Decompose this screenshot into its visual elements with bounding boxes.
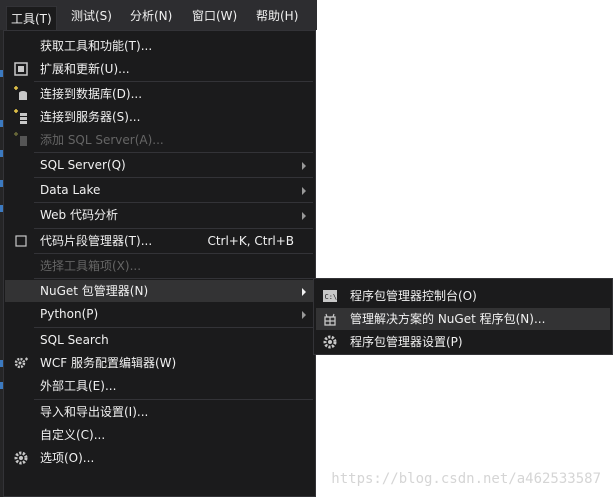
menu-item-data-lake[interactable]: Data Lake bbox=[5, 179, 314, 201]
menu-item-label: 选项(O)... bbox=[40, 451, 95, 465]
separator bbox=[34, 152, 313, 153]
menu-item-label: Data Lake bbox=[40, 183, 101, 197]
menu-item-sql-server[interactable]: SQL Server(Q) bbox=[5, 154, 314, 176]
menu-item-label: Python(P) bbox=[40, 307, 99, 321]
menu-tools[interactable]: 工具(T) bbox=[6, 6, 57, 31]
submenu-item-manage-nuget-packages[interactable]: 管理解决方案的 NuGet 程序包(N)... bbox=[316, 308, 610, 330]
gear-icon bbox=[13, 450, 29, 466]
checkbox-icon bbox=[13, 233, 29, 249]
submenu-item-label: 程序包管理器设置(P) bbox=[350, 335, 463, 349]
svg-text:C:\: C:\ bbox=[325, 293, 338, 301]
submenu-item-label: 程序包管理器控制台(O) bbox=[350, 289, 477, 303]
menu-item-label: 选择工具箱项(X)... bbox=[40, 259, 142, 273]
submenu-arrow-icon bbox=[302, 311, 306, 319]
separator bbox=[34, 177, 313, 178]
separator bbox=[34, 278, 313, 279]
menu-item-add-sql-server: 添加 SQL Server(A)... bbox=[5, 129, 314, 151]
extensions-icon bbox=[13, 61, 29, 77]
connect-server-icon bbox=[13, 109, 29, 125]
menu-analyze[interactable]: 分析(N) bbox=[126, 7, 176, 25]
submenu-arrow-icon bbox=[302, 288, 306, 296]
menu-window[interactable]: 窗口(W) bbox=[188, 7, 241, 25]
connect-database-icon bbox=[13, 86, 29, 102]
menu-item-wcf-editor[interactable]: WCF 服务配置编辑器(W) bbox=[5, 352, 314, 374]
menu-bar: 工具(T) 测试(S) 分析(N) 窗口(W) 帮助(H) bbox=[0, 0, 317, 31]
separator bbox=[34, 399, 313, 400]
menu-item-connect-database[interactable]: 连接到数据库(D)... bbox=[5, 83, 314, 105]
package-icon bbox=[322, 311, 338, 327]
menu-item-label: 连接到服务器(S)... bbox=[40, 110, 141, 124]
submenu-item-package-manager-settings[interactable]: 程序包管理器设置(P) bbox=[316, 331, 610, 353]
separator bbox=[34, 228, 313, 229]
menu-item-options[interactable]: 选项(O)... bbox=[5, 447, 314, 469]
menu-item-label: 添加 SQL Server(A)... bbox=[40, 133, 164, 147]
menu-item-label: SQL Server(Q) bbox=[40, 158, 126, 172]
gear-icon bbox=[322, 334, 338, 350]
menu-item-sql-search[interactable]: SQL Search bbox=[5, 329, 314, 351]
menu-item-label: 连接到数据库(D)... bbox=[40, 87, 143, 101]
separator bbox=[34, 253, 313, 254]
menu-item-label: 导入和导出设置(I)... bbox=[40, 405, 149, 419]
submenu-arrow-icon bbox=[302, 187, 306, 195]
menu-item-label: SQL Search bbox=[40, 333, 109, 347]
submenu-arrow-icon bbox=[302, 162, 306, 170]
menu-item-label: NuGet 包管理器(N) bbox=[40, 284, 149, 298]
menu-item-shortcut: Ctrl+K, Ctrl+B bbox=[207, 234, 294, 248]
submenu-arrow-icon bbox=[302, 212, 306, 220]
menu-item-external-tools[interactable]: 外部工具(E)... bbox=[5, 375, 314, 397]
menu-test[interactable]: 测试(S) bbox=[67, 7, 116, 25]
menu-item-import-export-settings[interactable]: 导入和导出设置(I)... bbox=[5, 401, 314, 423]
menu-item-get-tools[interactable]: 获取工具和功能(T)... bbox=[5, 35, 314, 57]
separator bbox=[34, 327, 313, 328]
tools-menu: 获取工具和功能(T)... 扩展和更新(U)... 连接到数据库(D)... 连… bbox=[3, 30, 316, 497]
menu-item-web-code-analysis[interactable]: Web 代码分析 bbox=[5, 204, 314, 226]
menu-item-snippets-manager[interactable]: 代码片段管理器(T)... Ctrl+K, Ctrl+B bbox=[5, 230, 314, 252]
menu-item-label: WCF 服务配置编辑器(W) bbox=[40, 356, 177, 370]
menu-item-extensions[interactable]: 扩展和更新(U)... bbox=[5, 58, 314, 80]
submenu-item-label: 管理解决方案的 NuGet 程序包(N)... bbox=[350, 312, 546, 326]
add-sql-server-icon bbox=[13, 132, 29, 148]
separator bbox=[34, 81, 313, 82]
wcf-gear-icon bbox=[13, 355, 29, 371]
menu-item-label: 获取工具和功能(T)... bbox=[40, 39, 153, 53]
menu-item-nuget[interactable]: NuGet 包管理器(N) bbox=[5, 280, 314, 302]
menu-item-connect-server[interactable]: 连接到服务器(S)... bbox=[5, 106, 314, 128]
menu-item-label: 自定义(C)... bbox=[40, 428, 106, 442]
menu-item-label: Web 代码分析 bbox=[40, 208, 118, 222]
menu-item-choose-toolbox-items: 选择工具箱项(X)... bbox=[5, 255, 314, 277]
menu-item-label: 外部工具(E)... bbox=[40, 379, 117, 393]
submenu-item-package-manager-console[interactable]: C:\ 程序包管理器控制台(O) bbox=[316, 285, 610, 307]
watermark: https://blog.csdn.net/a462533587 bbox=[331, 471, 601, 487]
menu-item-customize[interactable]: 自定义(C)... bbox=[5, 424, 314, 446]
menu-item-python[interactable]: Python(P) bbox=[5, 303, 314, 325]
menu-help[interactable]: 帮助(H) bbox=[252, 7, 302, 25]
separator bbox=[34, 202, 313, 203]
nuget-submenu: C:\ 程序包管理器控制台(O) 管理解决方案的 NuGet 程序包(N)...… bbox=[313, 278, 613, 355]
menu-item-label: 代码片段管理器(T)... bbox=[40, 234, 153, 248]
console-icon: C:\ bbox=[322, 288, 338, 304]
menu-item-label: 扩展和更新(U)... bbox=[40, 62, 130, 76]
